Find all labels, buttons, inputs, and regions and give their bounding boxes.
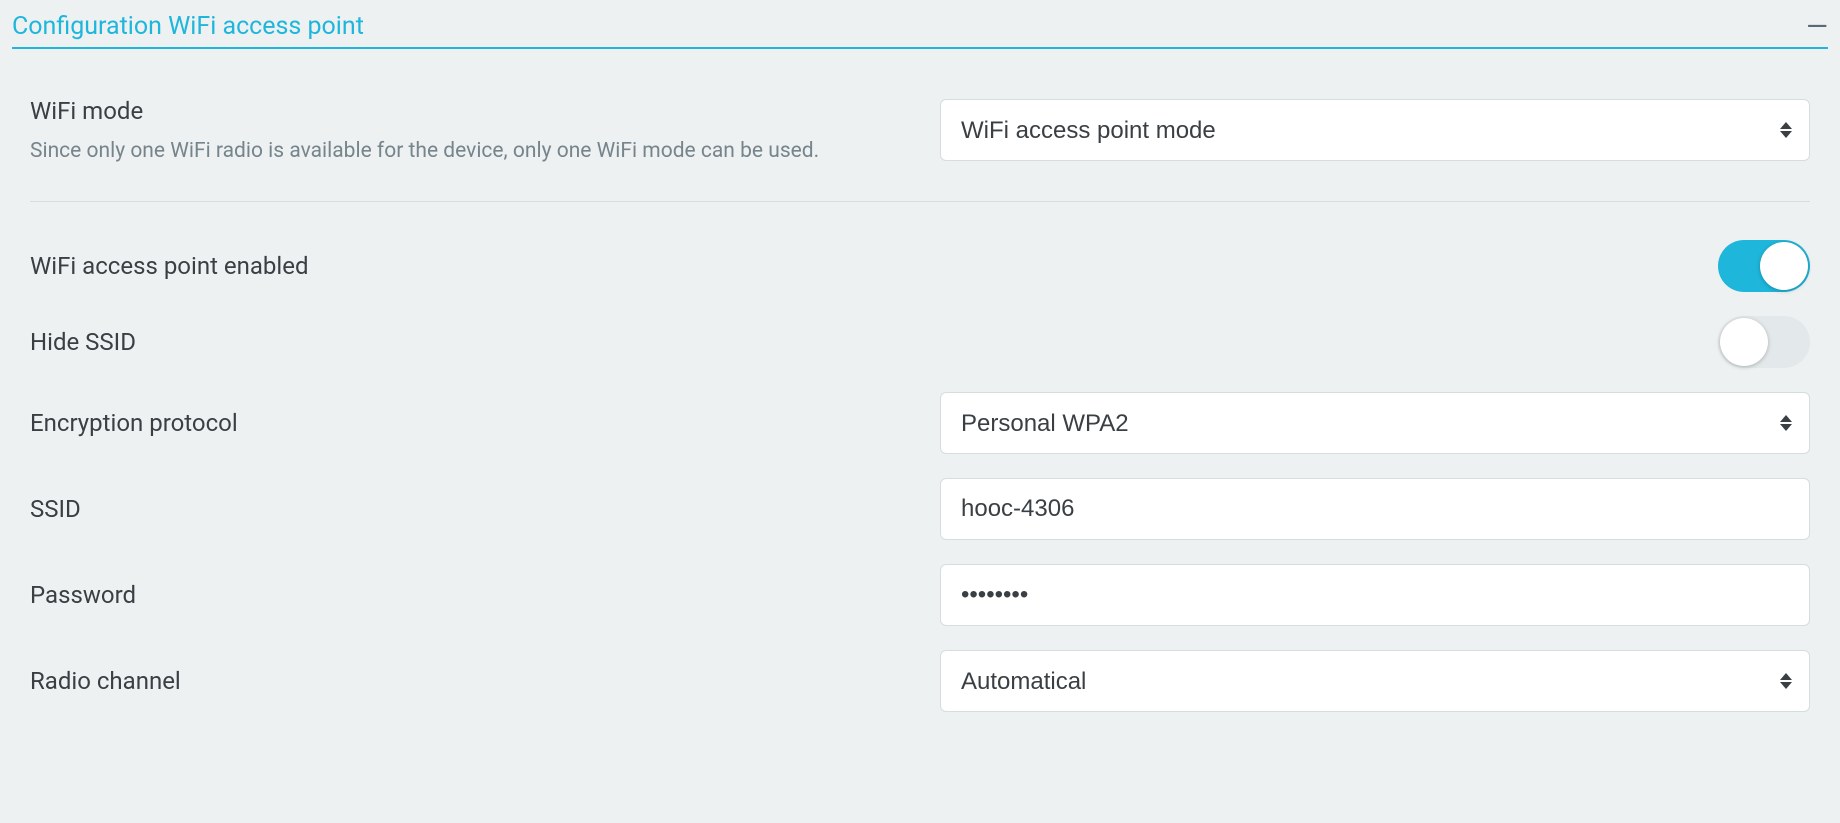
section-divider bbox=[30, 201, 1810, 202]
row-encryption: Encryption protocol Personal WPA2 bbox=[30, 380, 1810, 466]
wifi-mode-helper: Since only one WiFi radio is available f… bbox=[30, 139, 940, 163]
encryption-select[interactable]: Personal WPA2 bbox=[940, 392, 1810, 454]
collapse-icon[interactable]: — bbox=[1806, 13, 1828, 41]
hide-ssid-toggle[interactable] bbox=[1718, 316, 1810, 368]
panel-header: Configuration WiFi access point — bbox=[12, 0, 1828, 49]
ap-enabled-label: WiFi access point enabled bbox=[30, 252, 940, 280]
row-hide-ssid: Hide SSID bbox=[30, 304, 1810, 380]
panel-body: WiFi mode Since only one WiFi radio is a… bbox=[12, 49, 1828, 748]
wifi-mode-select[interactable]: WiFi access point mode bbox=[940, 99, 1810, 161]
wifi-config-panel: Configuration WiFi access point — WiFi m… bbox=[0, 0, 1840, 748]
row-password: Password bbox=[30, 552, 1810, 638]
password-input[interactable] bbox=[940, 564, 1810, 626]
ssid-label: SSID bbox=[30, 495, 940, 523]
encryption-label: Encryption protocol bbox=[30, 409, 940, 437]
hide-ssid-label: Hide SSID bbox=[30, 328, 940, 356]
radio-channel-select[interactable]: Automatical bbox=[940, 650, 1810, 712]
password-label: Password bbox=[30, 581, 940, 609]
row-wifi-mode: WiFi mode Since only one WiFi radio is a… bbox=[30, 85, 1810, 175]
row-radio-channel: Radio channel Automatical bbox=[30, 638, 1810, 724]
row-ssid: SSID bbox=[30, 466, 1810, 552]
wifi-mode-label: WiFi mode bbox=[30, 97, 940, 125]
ap-enabled-toggle[interactable] bbox=[1718, 240, 1810, 292]
panel-title: Configuration WiFi access point bbox=[12, 12, 364, 41]
row-ap-enabled: WiFi access point enabled bbox=[30, 228, 1810, 304]
radio-channel-label: Radio channel bbox=[30, 667, 940, 695]
ssid-input[interactable] bbox=[940, 478, 1810, 540]
